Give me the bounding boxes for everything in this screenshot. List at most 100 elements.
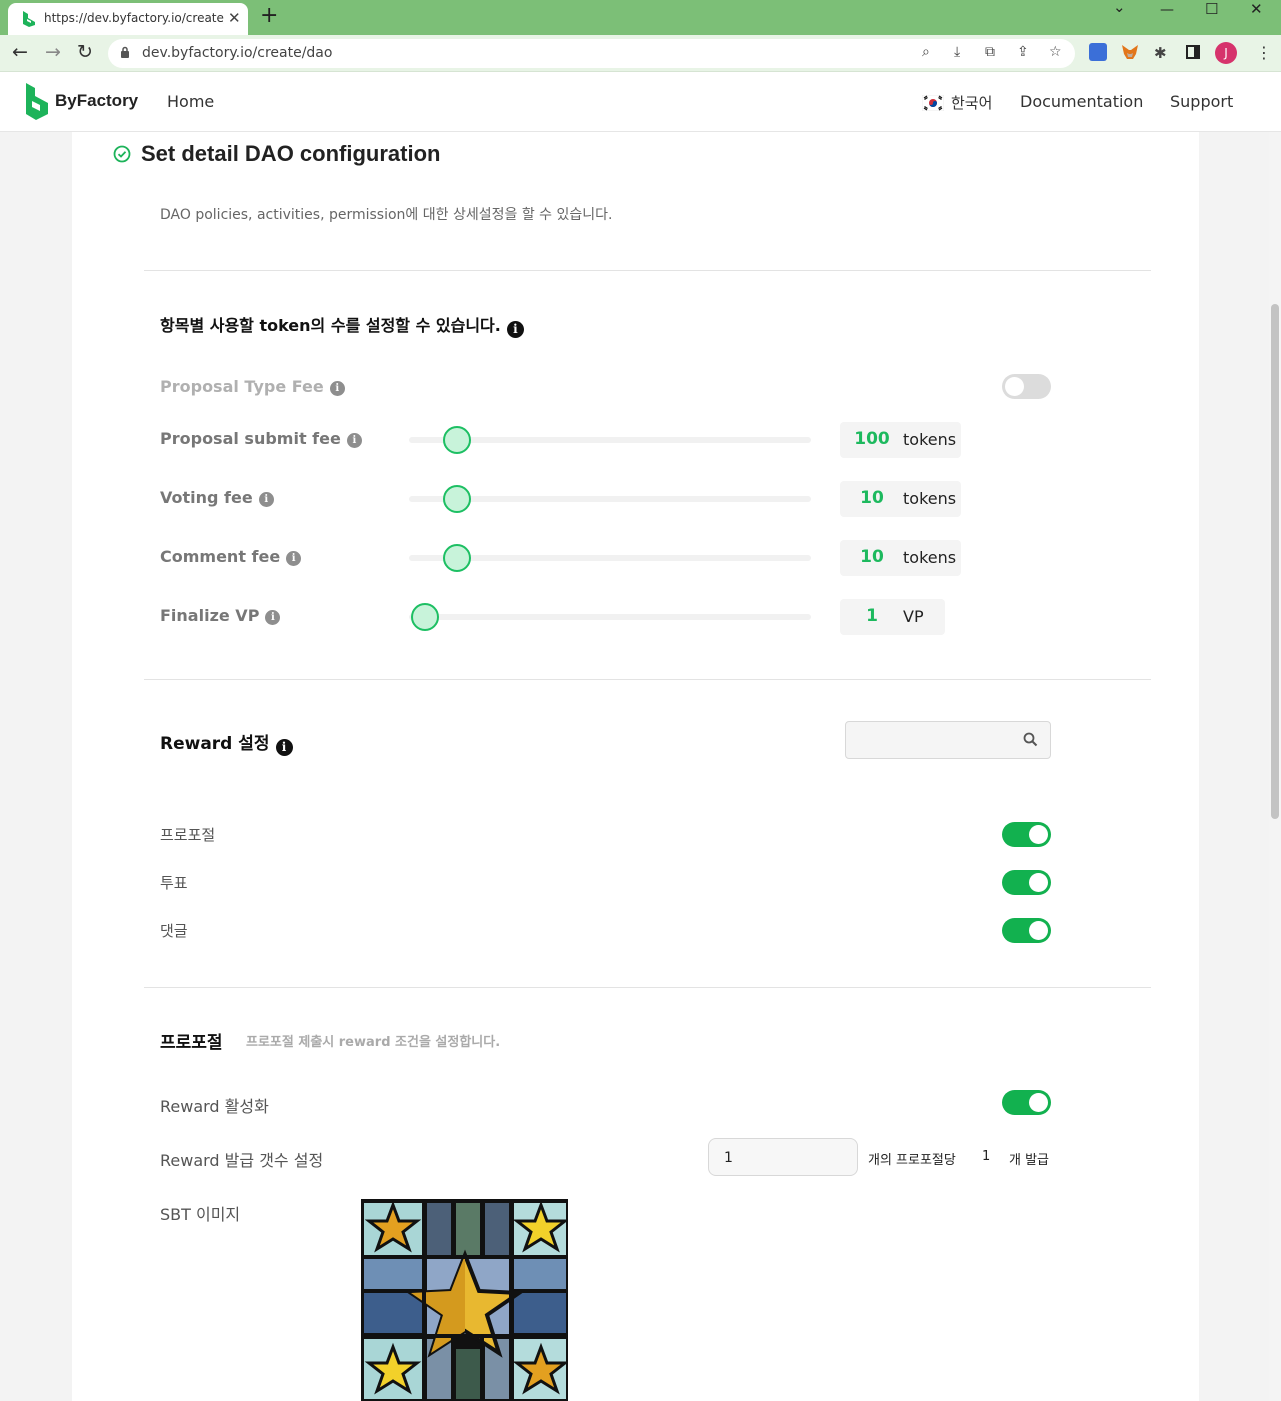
- browser-toolbar: ← → ↻ dev.byfactory.io/create/dao ⌕ ⤓ ⧉ …: [0, 35, 1281, 72]
- korea-flag-icon: [922, 95, 944, 111]
- fee-label: Finalize VP i: [160, 606, 281, 625]
- proposal-section-title: 프로포절: [160, 1033, 223, 1053]
- forward-icon[interactable]: →: [45, 41, 61, 63]
- fee-value-box[interactable]: 10 tokens: [840, 481, 961, 517]
- issue-count-value: 1: [982, 1149, 991, 1164]
- profile-avatar[interactable]: J: [1215, 42, 1237, 64]
- fee-value-box[interactable]: 100 tokens: [840, 422, 961, 458]
- fee-unit: tokens: [903, 489, 957, 508]
- install-icon[interactable]: ⤓: [954, 44, 960, 60]
- toggle-knob: [1029, 921, 1048, 940]
- info-icon[interactable]: i: [346, 433, 362, 448]
- close-window-icon[interactable]: ✕: [1250, 0, 1263, 18]
- url-text: dev.byfactory.io/create/dao: [142, 45, 333, 61]
- reward-count-label: Reward 발급 갯수 설정: [160, 1151, 324, 1170]
- reward-count-input[interactable]: 1: [708, 1138, 858, 1176]
- reward-section-title-text: Reward 설정: [160, 734, 270, 754]
- fees-section-title-text: 항목별 사용할 token의 수를 설정할 수 있습니다.: [160, 316, 501, 335]
- fee-slider-track[interactable]: [409, 614, 811, 620]
- check-circle-icon: [113, 145, 131, 163]
- fee-unit: tokens: [903, 548, 957, 567]
- fee-label-text: Proposal submit fee: [160, 429, 341, 448]
- stained-glass-star-image: [361, 1199, 568, 1401]
- info-icon[interactable]: i: [265, 610, 281, 625]
- metamask-fox-icon[interactable]: [1121, 43, 1139, 61]
- brand-name[interactable]: ByFactory: [55, 91, 138, 111]
- browser-menu-icon[interactable]: ⋮: [1256, 43, 1272, 62]
- info-icon[interactable]: i: [329, 381, 345, 396]
- language-selector[interactable]: 한국어: [922, 92, 992, 113]
- browser-tab[interactable]: https://dev.byfactory.io/create/d ✕: [8, 3, 248, 35]
- toggle-knob: [1029, 1093, 1048, 1112]
- language-label: 한국어: [951, 94, 993, 112]
- per-proposal-label: 개의 프로포절당: [868, 1153, 956, 1168]
- fee-value: 10: [860, 488, 884, 508]
- sbt-image[interactable]: [361, 1199, 568, 1401]
- extension-blue-icon[interactable]: [1089, 43, 1107, 61]
- fee-label: Voting fee i: [160, 488, 274, 507]
- info-icon[interactable]: i: [506, 321, 524, 338]
- divider: [144, 270, 1151, 271]
- fee-value-box[interactable]: 1 VP: [840, 599, 945, 635]
- new-tab-icon[interactable]: +: [260, 3, 278, 28]
- reward-vote-toggle[interactable]: [1002, 870, 1051, 895]
- translate-icon[interactable]: ⧉: [985, 44, 995, 60]
- side-panel-icon[interactable]: [1186, 45, 1200, 59]
- reward-proposal-label: 프로포절: [160, 826, 216, 844]
- proposal-section-description: 프로포절 제출시 reward 조건을 설정합니다.: [246, 1035, 501, 1050]
- nav-support-link[interactable]: Support: [1170, 92, 1233, 111]
- reward-count-value: 1: [724, 1150, 733, 1166]
- byfactory-logo-icon[interactable]: [24, 81, 50, 121]
- tab-close-icon[interactable]: ✕: [228, 9, 241, 27]
- proposal-type-fee-text: Proposal Type Fee: [160, 377, 324, 396]
- back-icon[interactable]: ←: [12, 41, 28, 63]
- fee-value: 1: [866, 606, 878, 626]
- reward-comment-toggle[interactable]: [1002, 918, 1051, 943]
- sbt-image-label: SBT 이미지: [160, 1205, 241, 1224]
- scrollbar-thumb[interactable]: [1271, 304, 1279, 819]
- reward-vote-label: 투표: [160, 874, 188, 892]
- lock-icon: [121, 46, 129, 58]
- reward-activate-toggle[interactable]: [1002, 1090, 1051, 1115]
- page-subtitle: DAO policies, activities, permission에 대한…: [160, 207, 613, 223]
- reward-section-title: Reward 설정 i: [160, 729, 293, 756]
- share-icon[interactable]: ⇪: [1017, 44, 1029, 60]
- browser-tabstrip: https://dev.byfactory.io/create/d ✕ + ⌄ …: [0, 0, 1281, 35]
- fee-value-box[interactable]: 10 tokens: [840, 540, 961, 576]
- extensions-puzzle-icon[interactable]: ✱: [1154, 44, 1167, 62]
- divider: [144, 987, 1151, 988]
- info-icon[interactable]: i: [286, 551, 302, 566]
- minimize-icon[interactable]: —: [1160, 2, 1174, 18]
- fee-unit: VP: [903, 607, 924, 626]
- zoom-search-icon[interactable]: ⌕: [922, 44, 930, 60]
- toggle-knob: [1005, 377, 1024, 396]
- fee-slider-thumb[interactable]: [411, 603, 440, 631]
- byfactory-favicon-icon: [23, 11, 35, 27]
- nav-home-link[interactable]: Home: [167, 92, 214, 111]
- info-icon[interactable]: i: [258, 492, 274, 507]
- fee-label-text: Comment fee: [160, 547, 281, 566]
- fee-label: Proposal submit fee i: [160, 429, 362, 448]
- fees-section-title: 항목별 사용할 token의 수를 설정할 수 있습니다. i: [160, 312, 524, 338]
- reload-icon[interactable]: ↻: [77, 41, 93, 63]
- fee-label: Comment fee i: [160, 547, 302, 566]
- fee-label-text: Voting fee: [160, 488, 253, 507]
- maximize-icon[interactable]: ☐: [1205, 0, 1218, 18]
- search-icon: [1023, 732, 1038, 747]
- address-bar[interactable]: dev.byfactory.io/create/dao ⌕ ⤓ ⧉ ⇪ ☆: [108, 39, 1075, 68]
- reward-search-input[interactable]: [845, 721, 1051, 759]
- toggle-knob: [1029, 825, 1048, 844]
- issue-label: 개 발급: [1009, 1153, 1050, 1168]
- proposal-type-fee-toggle[interactable]: [1002, 374, 1051, 399]
- fee-unit: tokens: [903, 430, 957, 449]
- reward-proposal-toggle[interactable]: [1002, 822, 1051, 847]
- nav-documentation-link[interactable]: Documentation: [1020, 92, 1143, 111]
- tab-search-chevron-icon[interactable]: ⌄: [1113, 0, 1126, 16]
- tab-title: https://dev.byfactory.io/create/d: [44, 11, 224, 25]
- info-icon[interactable]: i: [275, 739, 293, 756]
- bookmark-star-icon[interactable]: ☆: [1049, 44, 1062, 60]
- page-title: Set detail DAO configuration: [141, 141, 441, 166]
- fee-value: 100: [854, 429, 890, 449]
- divider: [144, 679, 1151, 680]
- toggle-knob: [1029, 873, 1048, 892]
